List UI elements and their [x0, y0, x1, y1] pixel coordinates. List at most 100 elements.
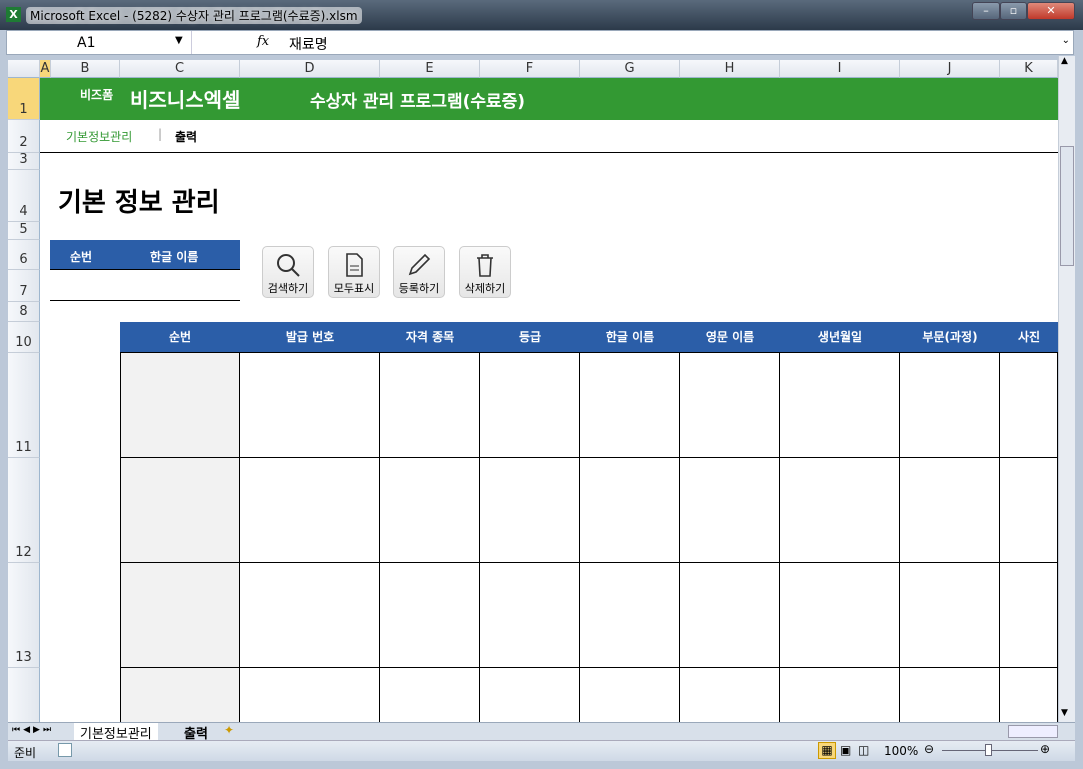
table-header-cell[interactable]: 한글 이름 [580, 322, 680, 353]
delete-button[interactable]: 삭제하기 [459, 246, 511, 298]
table-cell[interactable] [900, 353, 1000, 458]
table-cell[interactable] [680, 458, 780, 563]
search-button[interactable]: 검색하기 [262, 246, 314, 298]
zoom-level[interactable]: 100% [884, 744, 918, 758]
table-cell[interactable] [120, 458, 240, 563]
search-name-input[interactable] [50, 270, 240, 301]
worksheet[interactable]: ABCDEFGHIJK 1 2 3 4 5 6 7 8 10 11 12 13 비즈폼 비즈니스엑셀 … [8, 60, 1058, 722]
table-header-cell[interactable]: 영문 이름 [680, 322, 780, 353]
table-cell[interactable] [380, 458, 480, 563]
table-cell[interactable] [680, 563, 780, 668]
new-sheet-icon[interactable]: ✦ [224, 723, 234, 737]
table-cell[interactable] [900, 668, 1000, 722]
show-all-button[interactable]: 모두표시 [328, 246, 380, 298]
row-header-10[interactable]: 10 [8, 322, 40, 353]
scroll-thumb[interactable] [1060, 146, 1074, 266]
select-all-corner[interactable] [8, 60, 40, 78]
page-break-view-icon[interactable]: ◫ [858, 743, 869, 757]
nav-link-print[interactable]: 출력 [175, 128, 197, 145]
table-cell[interactable] [900, 458, 1000, 563]
column-header-G[interactable]: G [580, 60, 680, 78]
column-header-C[interactable]: C [120, 60, 240, 78]
table-header-cell[interactable]: 생년월일 [780, 322, 900, 353]
row-header-5[interactable]: 5 [8, 222, 40, 240]
table-cell[interactable] [580, 458, 680, 563]
table-cell[interactable] [120, 668, 240, 722]
table-cell[interactable] [480, 563, 580, 668]
table-header-cell[interactable]: 순번 [120, 322, 240, 353]
maximize-button[interactable]: ▫ [1000, 2, 1027, 20]
row-header-2[interactable]: 2 [8, 120, 40, 153]
zoom-in-icon[interactable]: ⊕ [1040, 742, 1050, 756]
row-header-6[interactable]: 6 [8, 240, 40, 270]
expand-formula-icon[interactable]: ⌄ [1062, 35, 1070, 46]
table-cell[interactable] [480, 353, 580, 458]
row-header-8[interactable]: 8 [8, 302, 40, 322]
formula-input[interactable]: 재료명 [289, 34, 328, 54]
table-cell[interactable] [240, 563, 380, 668]
row-header-14[interactable] [8, 668, 40, 722]
table-cell[interactable] [1000, 563, 1058, 668]
table-cell[interactable] [680, 668, 780, 722]
table-cell[interactable] [780, 353, 900, 458]
row-header-12[interactable]: 12 [8, 458, 40, 563]
table-cell[interactable] [780, 668, 900, 722]
table-header-cell[interactable]: 자격 종목 [380, 322, 480, 353]
minimize-button[interactable]: – [972, 2, 1000, 20]
nav-link-basic-info[interactable]: 기본정보관리 [66, 128, 132, 145]
close-button[interactable]: ✕ [1027, 2, 1075, 20]
scroll-up-icon[interactable]: ▲ [1061, 56, 1068, 66]
row-header-13[interactable]: 13 [8, 563, 40, 668]
table-cell[interactable] [120, 563, 240, 668]
column-header-I[interactable]: I [780, 60, 900, 78]
zoom-slider-thumb[interactable] [985, 744, 992, 756]
table-cell[interactable] [240, 458, 380, 563]
vertical-scrollbar[interactable]: ▲ ▼ [1058, 56, 1075, 722]
page-layout-view-icon[interactable]: ▣ [840, 743, 851, 757]
table-header-cell[interactable]: 사진 [1000, 322, 1058, 353]
table-cell[interactable] [780, 563, 900, 668]
column-header-J[interactable]: J [900, 60, 1000, 78]
column-header-E[interactable]: E [380, 60, 480, 78]
table-cell[interactable] [480, 668, 580, 722]
table-cell[interactable] [240, 353, 380, 458]
fx-icon[interactable]: fx [257, 34, 269, 49]
tab-nav-arrows[interactable]: ⏮◀▶⏭ [12, 725, 54, 735]
column-header-B[interactable]: B [51, 60, 120, 78]
row-header-11[interactable]: 11 [8, 353, 40, 458]
table-cell[interactable] [1000, 353, 1058, 458]
row-header-3[interactable]: 3 [8, 152, 40, 170]
name-box[interactable]: A1 [7, 31, 192, 54]
column-header-A[interactable]: A [40, 60, 51, 78]
chevron-down-icon[interactable]: ▼ [175, 35, 183, 46]
table-cell[interactable] [900, 563, 1000, 668]
column-header-D[interactable]: D [240, 60, 380, 78]
table-cell[interactable] [780, 458, 900, 563]
zoom-out-icon[interactable]: ⊖ [924, 742, 934, 756]
normal-view-icon[interactable]: ▦ [818, 742, 836, 759]
horizontal-scrollbar[interactable] [1008, 725, 1058, 738]
table-cell[interactable] [480, 458, 580, 563]
table-header-cell[interactable]: 부문(과정) [900, 322, 1000, 353]
table-cell[interactable] [380, 353, 480, 458]
register-button[interactable]: 등록하기 [393, 246, 445, 298]
table-cell[interactable] [1000, 458, 1058, 563]
table-cell[interactable] [580, 563, 680, 668]
macro-record-icon[interactable] [58, 743, 72, 757]
row-header-4[interactable]: 4 [8, 170, 40, 222]
table-cell[interactable] [680, 353, 780, 458]
column-header-H[interactable]: H [680, 60, 780, 78]
table-cell[interactable] [240, 668, 380, 722]
row-header-7[interactable]: 7 [8, 270, 40, 302]
table-cell[interactable] [380, 563, 480, 668]
column-header-K[interactable]: K [1000, 60, 1058, 78]
table-header-cell[interactable]: 등급 [480, 322, 580, 353]
table-cell[interactable] [580, 668, 680, 722]
table-cell[interactable] [1000, 668, 1058, 722]
table-cell[interactable] [580, 353, 680, 458]
table-cell[interactable] [380, 668, 480, 722]
row-header-1[interactable]: 1 [8, 78, 40, 120]
column-header-F[interactable]: F [480, 60, 580, 78]
table-header-cell[interactable]: 발급 번호 [240, 322, 380, 353]
table-cell[interactable] [120, 353, 240, 458]
